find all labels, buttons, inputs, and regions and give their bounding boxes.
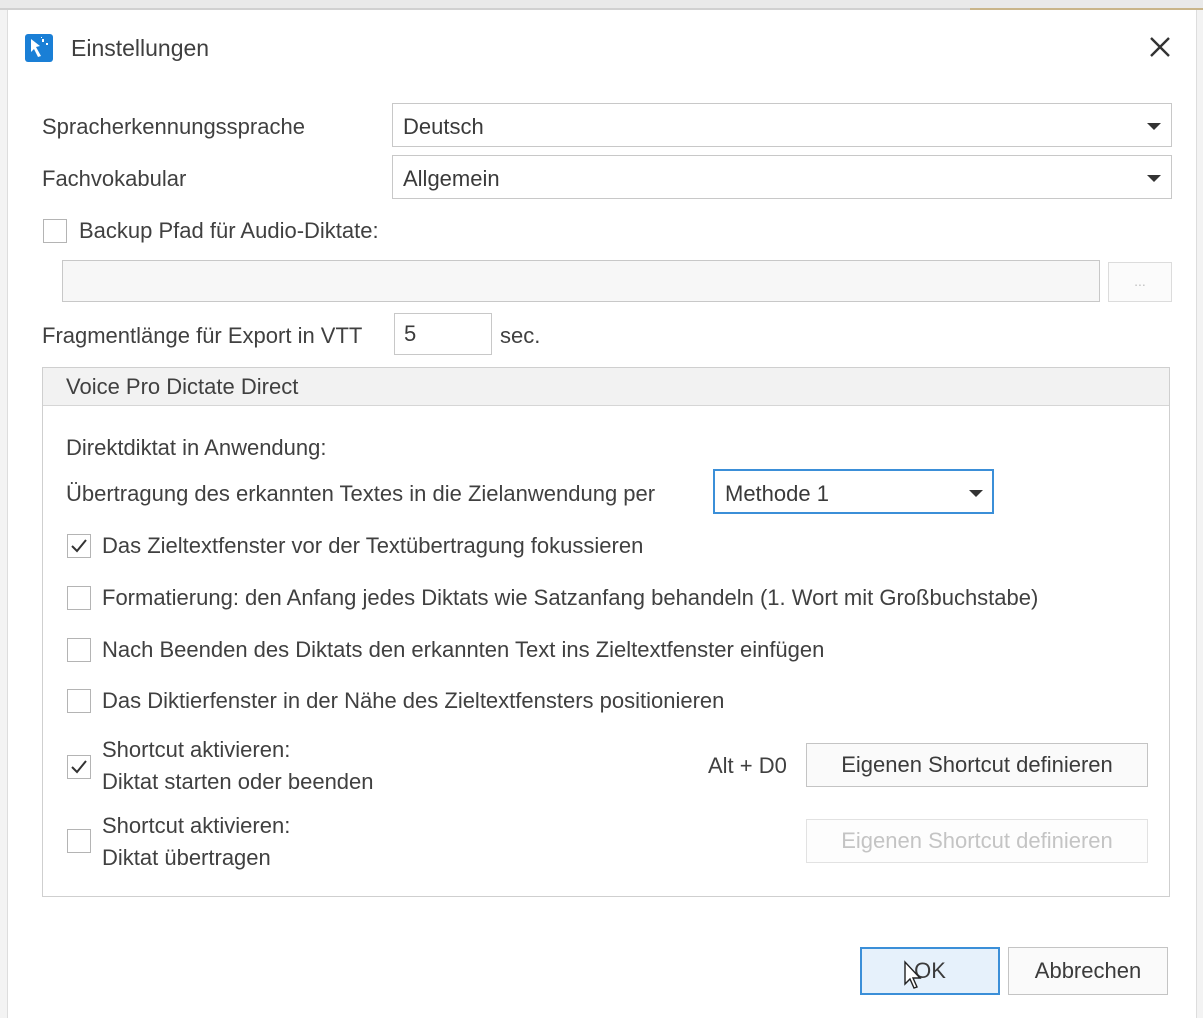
chevron-down-icon [1147,175,1161,182]
shortcut-transfer-line1: Shortcut aktivieren: [102,813,291,838]
focus-target-checkbox[interactable] [67,534,91,558]
shortcut-start-checkbox[interactable] [67,755,91,779]
mouse-cursor-icon [903,960,923,990]
fragment-label: Fragmentlänge für Export in VTT [42,323,363,348]
define-shortcut-transfer-button[interactable]: Eigenen Shortcut definieren [806,819,1148,863]
app-icon [25,34,53,62]
shortcut-transfer-line2: Diktat übertragen [102,845,271,870]
fragment-length-input[interactable]: 5 [394,313,492,355]
transfer-method-value: Methode 1 [725,481,829,506]
shortcut-start-keys: Alt + D0 [708,753,787,778]
shortcut-start-line2: Diktat starten oder beenden [102,769,374,794]
formatting-checkbox[interactable] [67,586,91,610]
backup-label: Backup Pfad für Audio-Diktate: [79,218,379,243]
voice-pro-group-title: Voice Pro Dictate Direct [66,374,299,399]
transfer-method-label: Übertragung des erkannten Textes in die … [66,481,656,506]
position-window-label: Das Diktierfenster in der Nähe des Zielt… [102,688,725,713]
shortcut-transfer-checkbox[interactable] [67,829,91,853]
focus-target-label: Das Zieltextfenster vor der Textübertrag… [102,533,644,558]
vocab-select[interactable]: Allgemein [392,155,1172,199]
window-top-accent [970,8,1203,10]
ok-button[interactable]: OK [860,947,1000,995]
checkmark-icon [71,539,87,553]
insert-after-label: Nach Beenden des Diktats den erkannten T… [102,637,825,662]
close-icon[interactable] [1146,33,1174,61]
window-left-edge [0,10,8,1018]
vocab-label: Fachvokabular [42,166,187,191]
language-label: Spracherkennungssprache [42,114,305,139]
direct-dictation-label: Direktdiktat in Anwendung: [66,435,327,460]
checkmark-icon [71,760,87,774]
insert-after-checkbox[interactable] [67,638,91,662]
fragment-unit: sec. [500,323,541,348]
language-select-value: Deutsch [403,114,484,139]
backup-path-input[interactable] [62,260,1100,302]
window-right-edge [1196,10,1203,1018]
chevron-down-icon [1147,123,1161,130]
define-shortcut-start-button[interactable]: Eigenen Shortcut definieren [806,743,1148,787]
cancel-button[interactable]: Abbrechen [1008,947,1168,995]
vocab-select-value: Allgemein [403,166,500,191]
position-window-checkbox[interactable] [67,689,91,713]
dialog-title: Einstellungen [71,35,210,61]
formatting-label: Formatierung: den Anfang jedes Diktats w… [102,585,1039,610]
chevron-down-icon [969,490,983,497]
shortcut-start-line1: Shortcut aktivieren: [102,737,291,762]
browse-button[interactable]: ... [1108,262,1172,302]
language-select[interactable]: Deutsch [392,103,1172,147]
transfer-method-select[interactable]: Methode 1 [713,469,994,514]
backup-checkbox[interactable] [43,219,67,243]
